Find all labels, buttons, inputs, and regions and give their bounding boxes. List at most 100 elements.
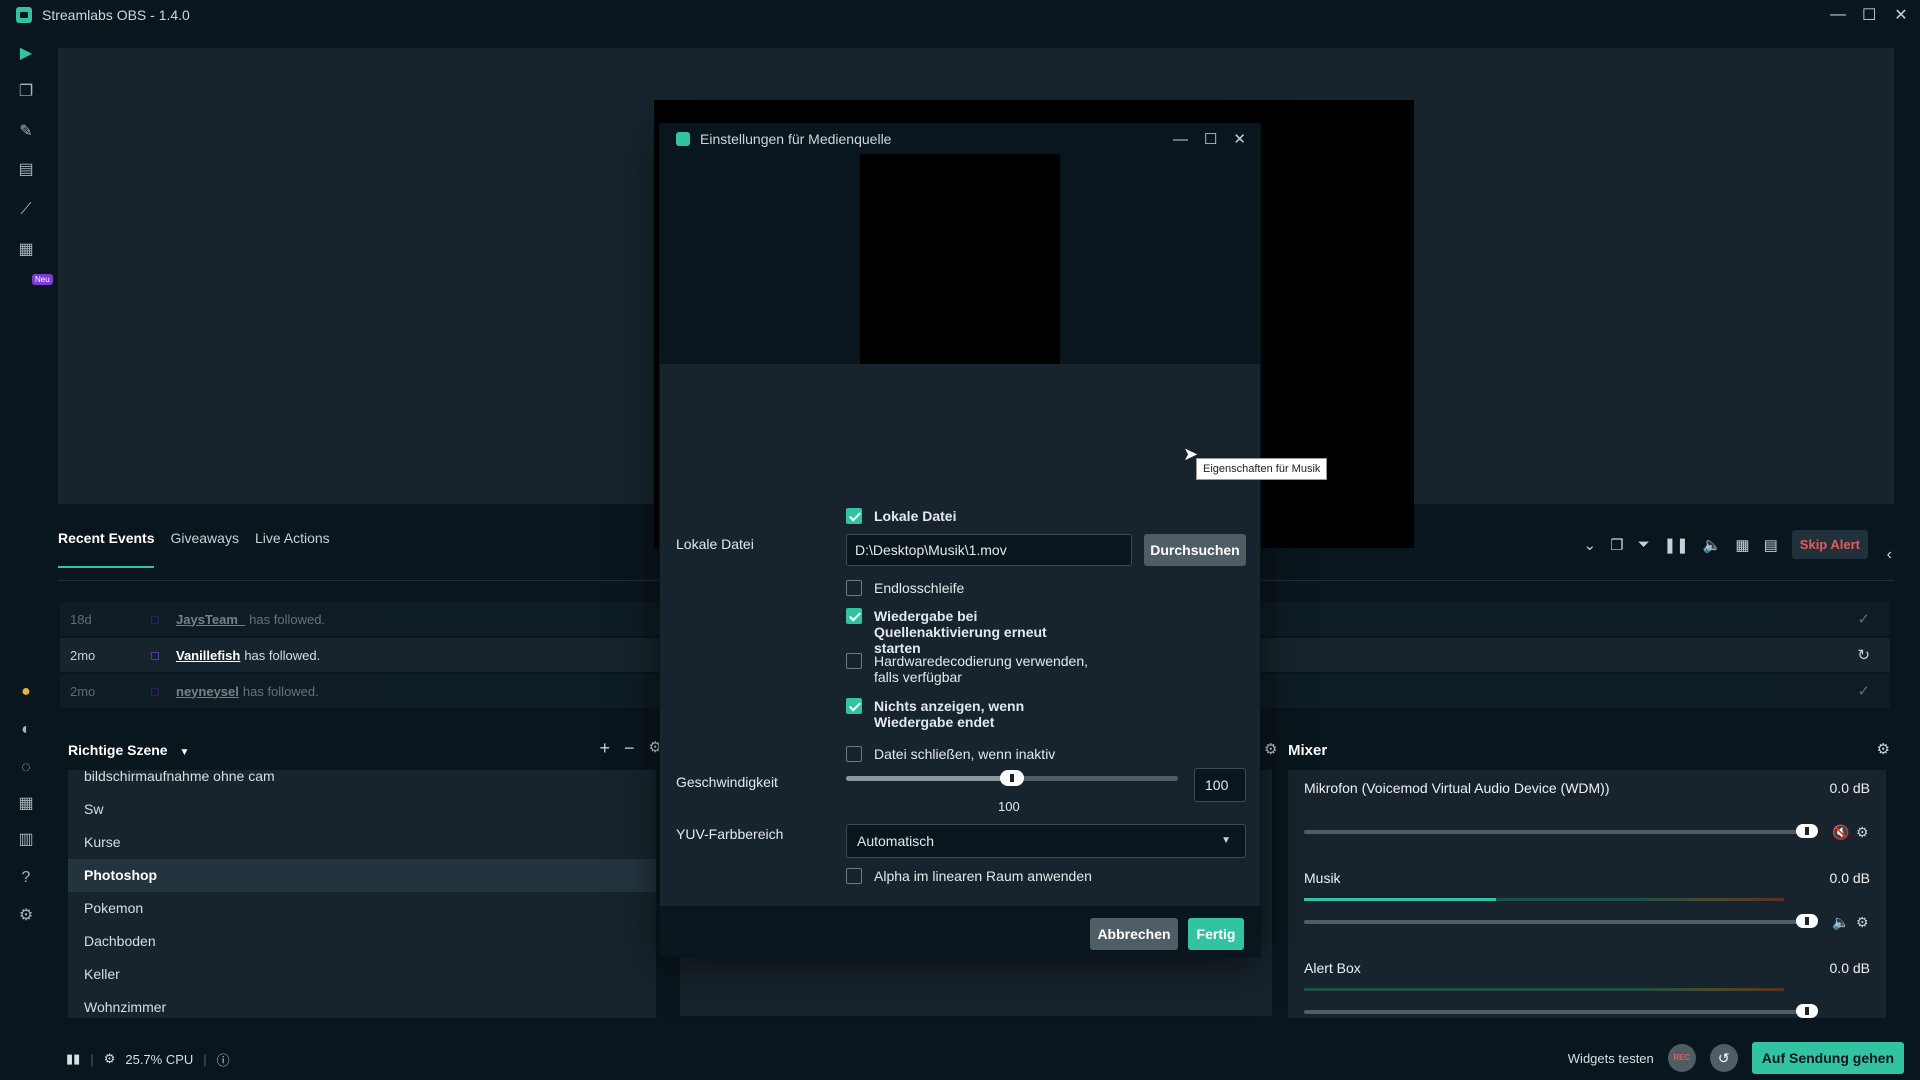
maximize-icon[interactable]: ☐: [1862, 5, 1876, 25]
remove-scene-icon[interactable]: −: [624, 738, 635, 759]
list-view-icon[interactable]: ▤: [1764, 536, 1778, 554]
tab-recent-events[interactable]: Recent Events: [58, 530, 155, 568]
volume-slider[interactable]: [1304, 920, 1804, 924]
minimize-icon[interactable]: —: [1830, 6, 1846, 24]
cancel-button[interactable]: Abbrechen: [1090, 918, 1178, 950]
go-live-button[interactable]: Auf Sendung gehen: [1751, 1042, 1904, 1074]
audio-level: [1304, 898, 1496, 901]
volume-knob[interactable]: [1796, 1004, 1818, 1018]
mixer-channel: Mikrofon (Voicemod Virtual Audio Device …: [1304, 780, 1870, 840]
studio-mode-icon[interactable]: ▥: [16, 830, 36, 850]
checkmark-icon[interactable]: ✓: [1857, 682, 1870, 700]
browse-button[interactable]: Durchsuchen: [1144, 534, 1246, 566]
speed-slider-value: 100: [998, 799, 1020, 814]
scene-item[interactable]: Sw: [68, 793, 656, 826]
filter-icon[interactable]: ⏷: [1638, 536, 1650, 553]
linear-alpha-checkbox[interactable]: Alpha im linearen Raum anwenden: [846, 868, 1174, 884]
hide-when-done-checkbox[interactable]: Nichts anzeigen, wenn Wiedergabe endet: [846, 698, 1094, 730]
properties-form: Lokale Datei Lokale Datei D:\Desktop\Mus…: [660, 364, 1260, 906]
select-value: Automatisch: [857, 833, 935, 849]
stats-chart-icon[interactable]: ▮▮: [66, 1051, 80, 1067]
collapse-chevron-icon[interactable]: ‹: [1887, 546, 1892, 564]
volume-knob[interactable]: [1796, 914, 1818, 928]
event-age: 18d: [70, 611, 92, 627]
theme-library-icon[interactable]: ❐: [16, 82, 36, 102]
help-chat-icon[interactable]: ◌: [16, 758, 36, 778]
minimize-icon[interactable]: —: [1173, 131, 1188, 148]
event-user[interactable]: Vanillefish: [176, 648, 240, 663]
tooltip: Eigenschaften für Musik: [1196, 458, 1328, 480]
highlighter-icon[interactable]: ▦: [16, 240, 36, 260]
tab-giveaways[interactable]: Giveaways: [170, 530, 238, 568]
left-sidebar: ▶ ❐ ✎ ▤ ⟋ ▦ Neu ● ◐ ◌ ▦ ▥ ? ⚙: [0, 30, 53, 1080]
checkbox-box: [846, 580, 862, 596]
settings-gear-icon[interactable]: ⚙: [16, 906, 36, 926]
local-file-path-input[interactable]: D:\Desktop\Musik\1.mov: [846, 534, 1132, 566]
add-scene-icon[interactable]: +: [600, 738, 611, 759]
checkmark-icon[interactable]: ✓: [1857, 610, 1870, 628]
grid-view-icon[interactable]: ▦: [1735, 536, 1749, 554]
close-icon[interactable]: ✕: [1894, 5, 1908, 25]
prime-icon[interactable]: ●: [16, 682, 36, 702]
store-icon[interactable]: ▤: [16, 160, 36, 180]
mixer-settings-gear-icon[interactable]: ⚙: [1877, 740, 1890, 758]
hardware-decoding-checkbox[interactable]: Hardwaredecodierung verwenden, falls ver…: [846, 653, 1094, 685]
checkbox-box: [846, 608, 862, 624]
volume-slider[interactable]: [1304, 830, 1804, 834]
dialog-footer: Abbrechen Fertig: [660, 906, 1260, 956]
checkbox-box: [846, 698, 862, 714]
scene-item[interactable]: Kurse: [68, 826, 656, 859]
loop-checkbox[interactable]: Endlosschleife: [846, 580, 1094, 596]
speed-slider-fill: [846, 776, 1012, 781]
restart-on-activate-checkbox[interactable]: Wiedergabe bei Quellenaktivierung erneut…: [846, 608, 1094, 656]
skip-alert-button[interactable]: Skip Alert: [1791, 530, 1868, 559]
replay-buffer-icon[interactable]: ↺: [1709, 1044, 1738, 1072]
event-user[interactable]: neyneysel: [176, 684, 239, 699]
volume-icon[interactable]: 🔈: [1703, 536, 1722, 554]
scene-item[interactable]: Wohnzimmer: [68, 991, 656, 1018]
close-when-inactive-checkbox[interactable]: Datei schließen, wenn inaktiv: [846, 746, 1094, 762]
help-icon[interactable]: ?: [16, 868, 36, 888]
info-icon[interactable]: ⓘ: [217, 1050, 230, 1069]
checkbox-box: [846, 653, 862, 669]
speaker-icon[interactable]: 🔈: [1832, 914, 1849, 931]
event-message: has followed.: [249, 611, 326, 627]
scene-collection-selector[interactable]: Richtige Szene ▼: [68, 742, 189, 758]
studio-camera-icon[interactable]: ▶: [16, 44, 36, 64]
scene-item-active[interactable]: Photoshop: [68, 859, 656, 892]
done-button[interactable]: Fertig: [1188, 918, 1244, 950]
event-user[interactable]: JaysTeam_: [176, 612, 245, 627]
speed-input[interactable]: 100: [1194, 768, 1246, 802]
pause-icon[interactable]: ❚❚: [1664, 536, 1689, 554]
volume-slider[interactable]: [1304, 1010, 1804, 1014]
local-file-checkbox[interactable]: Lokale Datei: [846, 508, 1094, 524]
dashboard-chart-icon[interactable]: ⟋: [16, 200, 36, 220]
theme-toggle-icon[interactable]: ◐: [16, 720, 36, 740]
sources-settings-gear-icon[interactable]: ⚙: [1264, 740, 1277, 758]
streamlabs-logo-icon: [16, 7, 32, 23]
close-icon[interactable]: ✕: [1233, 130, 1246, 148]
volume-knob[interactable]: [1796, 824, 1818, 838]
record-button[interactable]: REC: [1667, 1044, 1696, 1072]
channel-gear-icon[interactable]: ⚙: [1856, 914, 1869, 931]
scene-item[interactable]: Dachboden: [68, 925, 656, 958]
mixer-channel: Alert Box 0.0 dB: [1304, 960, 1870, 1018]
chevron-down-icon[interactable]: ⌄: [1584, 536, 1597, 554]
channel-name: Mikrofon (Voicemod Virtual Audio Device …: [1304, 780, 1610, 796]
channel-gear-icon[interactable]: ⚙: [1856, 824, 1869, 841]
caret-down-icon: ▼: [1221, 835, 1231, 846]
popout-icon[interactable]: ❐: [1610, 536, 1623, 554]
repeat-icon[interactable]: ↻: [1857, 646, 1870, 664]
layout-icon[interactable]: ▦: [16, 794, 36, 814]
muted-speaker-icon[interactable]: 🔇: [1832, 824, 1849, 841]
checkbox-box: [846, 746, 862, 762]
maximize-icon[interactable]: ☐: [1204, 130, 1217, 148]
scene-item[interactable]: Pokemon: [68, 892, 656, 925]
scene-item[interactable]: bildschirmaufnahme ohne cam: [68, 770, 656, 793]
scene-item[interactable]: Keller: [68, 958, 656, 991]
yuv-range-select[interactable]: Automatisch ▼: [846, 824, 1246, 858]
speed-slider-knob[interactable]: [1000, 770, 1024, 786]
tab-live-actions[interactable]: Live Actions: [255, 530, 330, 568]
widgets-test-button[interactable]: Widgets testen: [1568, 1051, 1654, 1066]
editor-tools-icon[interactable]: ✎: [16, 122, 36, 142]
